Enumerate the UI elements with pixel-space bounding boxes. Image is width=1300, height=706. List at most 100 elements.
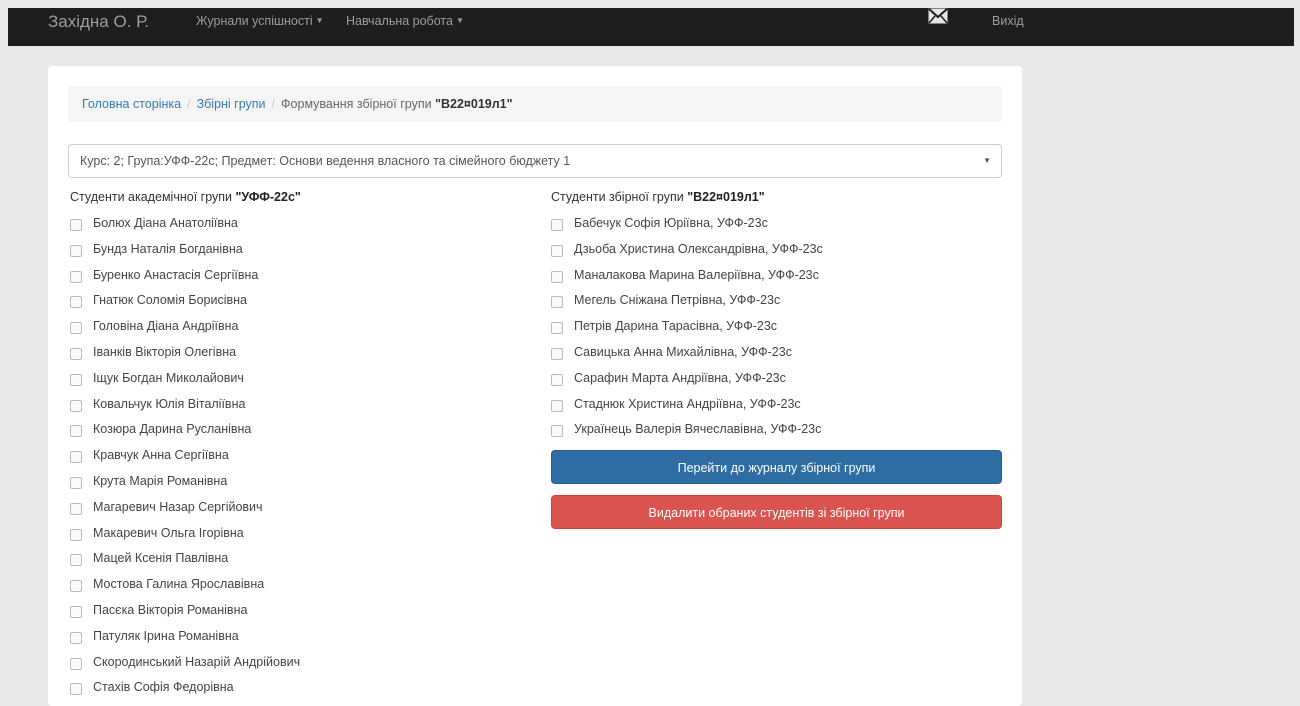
student-name: Гнатюк Соломія Борисівна (93, 293, 248, 308)
student-name: Петрів Дарина Тарасівна, УФФ-23с (574, 319, 778, 334)
combined-student-item: Українець Валерія Вячеславівна, УФФ-23с (549, 422, 823, 448)
combined-student-item: Стаднюк Христина Андріївна, УФФ-23с (549, 397, 823, 423)
academic-group-title: Студенти академічної групи "УФФ-22с" (70, 190, 301, 204)
breadcrumb-separator: / (271, 97, 276, 111)
student-checkbox[interactable] (70, 554, 82, 567)
academic-student-item: Ковальчук Юлія Віталіївна (68, 397, 300, 423)
student-name: Маналакова Марина Валеріївна, УФФ-23с (574, 267, 819, 282)
combined-group-title: Студенти збірної групи "В22¤019л1" (551, 190, 765, 204)
student-name: Магаревич Назар Сергійович (93, 499, 263, 514)
student-checkbox[interactable] (551, 347, 563, 360)
academic-student-item: Іванків Вікторія Олегівна (68, 345, 300, 371)
student-name: Стахів Софія Федорівна (93, 680, 234, 695)
student-checkbox[interactable] (70, 683, 82, 696)
student-name: Бундз Наталія Богданівна (93, 241, 243, 256)
caret-down-icon: ▼ (315, 16, 324, 25)
student-name: Дзьоба Христина Олександрівна, УФФ-23с (574, 241, 823, 256)
academic-student-item: Магаревич Назар Сергійович (68, 500, 300, 526)
student-checkbox[interactable] (551, 373, 563, 386)
student-name: Макаревич Ольга Ігорівна (93, 525, 244, 540)
student-name: Крута Марія Романівна (93, 473, 228, 488)
student-checkbox[interactable] (70, 476, 82, 489)
academic-student-item: Головіна Діана Андріївна (68, 319, 300, 345)
breadcrumb-groups[interactable]: Збірні групи (197, 97, 266, 111)
student-name: Стаднюк Христина Андріївна, УФФ-23с (574, 396, 801, 411)
academic-student-item: Макаревич Ольга Ігорівна (68, 526, 300, 552)
student-name: Патуляк Ірина Романівна (93, 628, 239, 643)
student-name: Болюх Діана Анатоліївна (93, 216, 238, 230)
student-checkbox[interactable] (70, 296, 82, 309)
student-checkbox[interactable] (70, 605, 82, 618)
student-name: Бабечук Софія Юріївна, УФФ-23с (574, 216, 768, 230)
student-checkbox[interactable] (70, 580, 82, 593)
main-panel: Головна сторінка / Збірні групи / Формування… (48, 66, 1022, 706)
student-checkbox[interactable] (551, 399, 563, 412)
academic-student-item: Козюра Дарина Русланівна (68, 422, 300, 448)
student-checkbox[interactable] (551, 219, 563, 231)
academic-student-item: Скородинський Назарій Андрійович (68, 655, 300, 681)
breadcrumb-separator: / (187, 97, 191, 111)
academic-student-item: Крута Марія Романівна (68, 474, 300, 500)
student-checkbox[interactable] (70, 631, 82, 644)
caret-down-icon: ▼ (455, 16, 464, 25)
combined-student-item: Маналакова Марина Валеріївна, УФФ-23с (549, 268, 823, 294)
combined-student-item: Сарафин Марта Андріївна, УФФ-23с (549, 371, 823, 397)
student-checkbox[interactable] (70, 373, 82, 386)
student-checkbox[interactable] (551, 244, 563, 257)
nav-menu-journals[interactable]: Журнали успішності ▼ (196, 14, 324, 28)
academic-student-item: Болюх Діана Анатоліївна (68, 216, 300, 242)
student-name: Мегель Сніжана Петрівна, УФФ-23с (574, 293, 781, 308)
combined-group-students: Бабечук Софія Юріївна, УФФ-23с Дзьоба Хри… (549, 216, 823, 448)
student-name: Кравчук Анна Сергіївна (93, 448, 229, 463)
goto-journal-button[interactable]: Перейти до журналу збірної групи (551, 450, 1002, 484)
student-checkbox[interactable] (70, 219, 82, 231)
student-name: Іщук Богдан Миколайович (93, 370, 244, 385)
student-checkbox[interactable] (70, 322, 82, 335)
combined-student-item: Петрів Дарина Тарасівна, УФФ-23с (549, 319, 823, 345)
nav-brand[interactable]: Західна О. Р. (48, 12, 149, 32)
student-checkbox[interactable] (70, 399, 82, 412)
student-name: Мацей Ксенія Павлівна (93, 551, 229, 566)
academic-student-item: Патуляк Ірина Романівна (68, 629, 300, 655)
academic-student-item: Пасєка Вікторія Романівна (68, 603, 300, 629)
academic-student-item: Буренко Анастасія Сергіївна (68, 268, 300, 294)
breadcrumb-current: Формування збірної групи "В22¤019л1" (281, 97, 513, 111)
student-checkbox[interactable] (70, 425, 82, 438)
nav-menu-academic-work[interactable]: Навчальна робота ▼ (346, 14, 464, 28)
student-name: Савицька Анна Михайлівна, УФФ-23с (574, 344, 792, 359)
envelope-icon[interactable] (928, 8, 948, 29)
breadcrumb: Головна сторінка / Збірні групи / Формування… (68, 86, 1002, 122)
student-name: Мостова Галина Ярославівна (93, 577, 265, 592)
academic-group-students: Болюх Діана Анатоліївна Бундз Наталія Бог… (68, 216, 300, 706)
breadcrumb-home[interactable]: Головна сторінка (82, 97, 181, 111)
student-checkbox[interactable] (551, 425, 563, 438)
student-checkbox[interactable] (70, 451, 82, 464)
student-name: Козюра Дарина Русланівна (93, 422, 252, 437)
student-checkbox[interactable] (551, 322, 563, 335)
student-checkbox[interactable] (70, 657, 82, 670)
combined-student-item: Дзьоба Христина Олександрівна, УФФ-23с (549, 242, 823, 268)
academic-student-item: Мацей Ксенія Павлівна (68, 551, 300, 577)
top-navbar: Західна О. Р. Журнали успішності ▼ Навчал… (8, 8, 1294, 46)
student-checkbox[interactable] (70, 244, 82, 257)
remove-selected-button[interactable]: Видалити обраних студентів зі збірної гр… (551, 495, 1002, 529)
student-checkbox[interactable] (551, 296, 563, 309)
student-checkbox[interactable] (70, 502, 82, 515)
student-name: Сарафин Марта Андріївна, УФФ-23с (574, 370, 786, 385)
combined-student-item: Бабечук Софія Юріївна, УФФ-23с (549, 216, 823, 242)
academic-student-item: Гнатюк Соломія Борисівна (68, 293, 300, 319)
student-name: Буренко Анастасія Сергіївна (93, 267, 259, 282)
student-name: Ковальчук Юлія Віталіївна (93, 396, 246, 411)
student-checkbox[interactable] (70, 270, 82, 283)
student-checkbox[interactable] (70, 347, 82, 360)
combined-student-item: Савицька Анна Михайлівна, УФФ-23с (549, 345, 823, 371)
logout-link[interactable]: Вихід (992, 14, 1024, 28)
academic-student-item: Кравчук Анна Сергіївна (68, 448, 300, 474)
student-checkbox[interactable] (551, 270, 563, 283)
student-name: Головіна Діана Андріївна (93, 319, 239, 334)
student-checkbox[interactable] (70, 528, 82, 541)
student-name: Пасєка Вікторія Романівна (93, 602, 248, 617)
course-select[interactable]: Курс: 2; Група:УФФ-22с; Предмет: Основи … (68, 144, 1002, 178)
student-name: Скородинський Назарій Андрійович (93, 654, 301, 669)
student-name: Українець Валерія Вячеславівна, УФФ-23с (574, 422, 822, 437)
